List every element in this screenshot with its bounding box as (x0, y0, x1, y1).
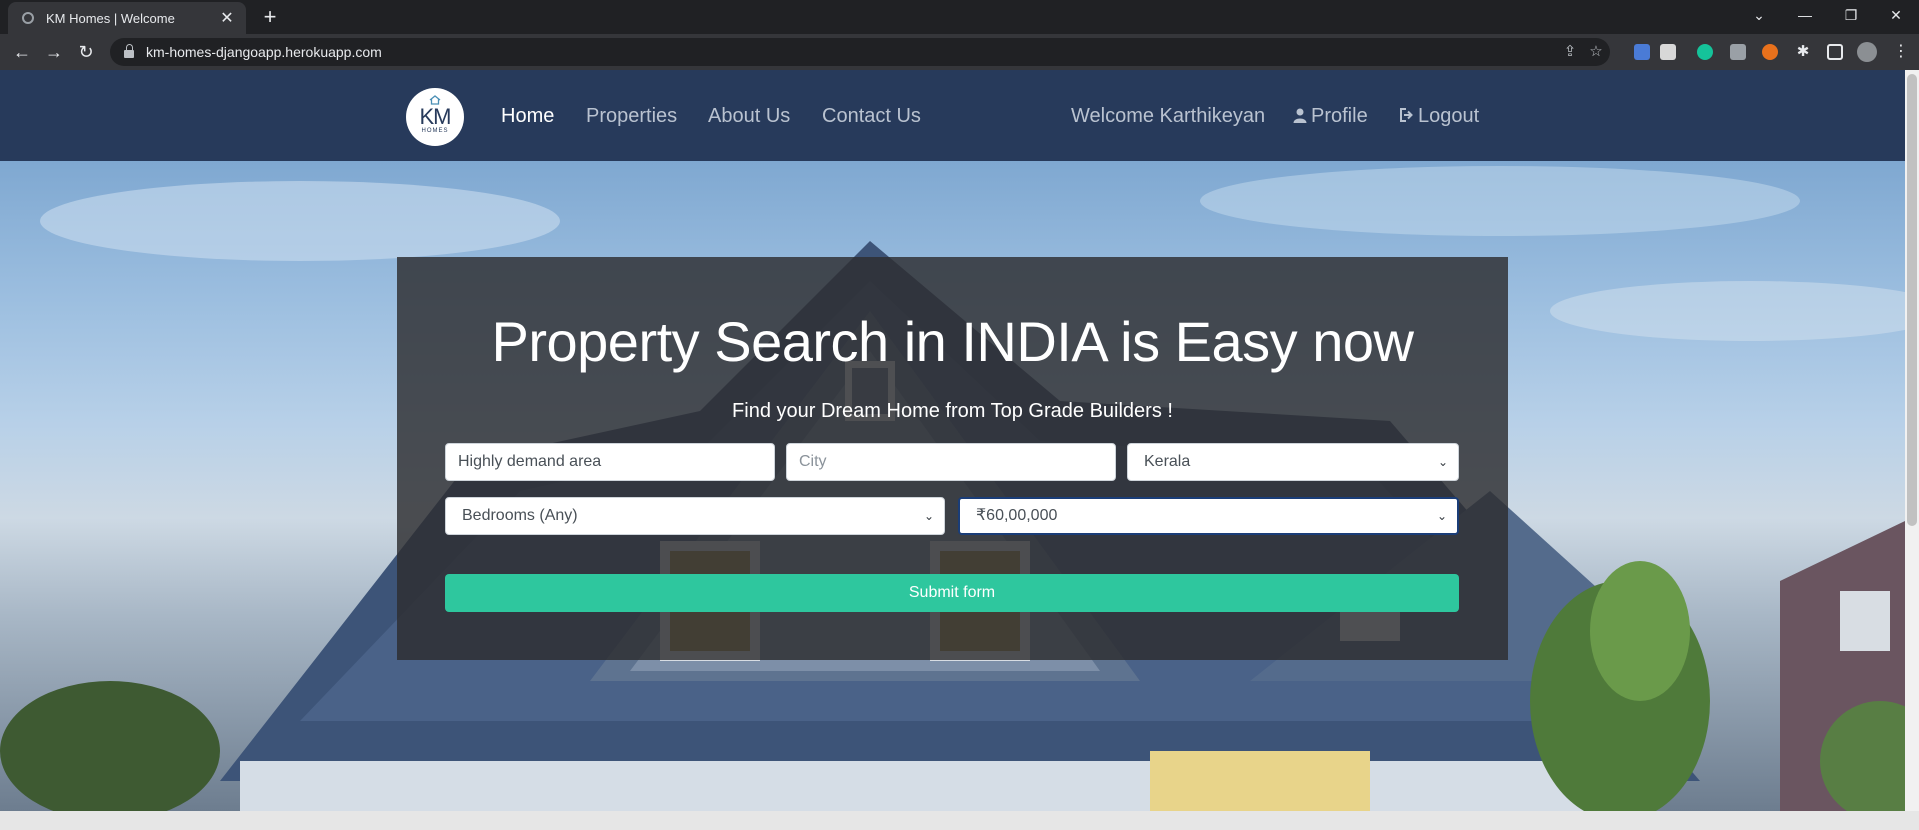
page-bottom-strip (0, 811, 1919, 830)
lock-icon[interactable] (124, 44, 134, 58)
bedrooms-select[interactable]: Bedrooms (Any) ⌄ (445, 497, 945, 535)
rss-extension-icon[interactable] (1762, 44, 1778, 60)
chevron-down-icon: ⌄ (1437, 455, 1448, 469)
nav-properties-link[interactable]: Properties (586, 105, 677, 128)
nav-about-link[interactable]: About Us (708, 105, 790, 128)
sign-out-icon (1400, 108, 1413, 122)
price-select[interactable]: ₹60,00,000 ⌄ (958, 497, 1459, 535)
tab-title: KM Homes | Welcome (46, 10, 175, 26)
menu-icon[interactable]: ⋮ (1893, 44, 1909, 60)
submit-button[interactable]: Submit form (445, 574, 1459, 612)
profile-avatar[interactable] (1857, 42, 1877, 62)
browser-tab[interactable]: KM Homes | Welcome ✕ (8, 2, 246, 34)
nav-home-link[interactable]: Home (501, 105, 554, 128)
page-scrollbar[interactable] (1905, 70, 1919, 811)
extensions-icon[interactable]: ✱ (1795, 44, 1811, 60)
favicon-icon (22, 12, 34, 24)
keywords-input[interactable]: Highly demand area (445, 443, 775, 481)
km-homes-logo[interactable]: KM HOMES (406, 88, 464, 146)
browser-tab-strip: KM Homes | Welcome ✕ + ⌄ — ❐ ✕ (0, 0, 1919, 34)
hero-title: Property Search in INDIA is Easy now (491, 310, 1414, 373)
side-panel-icon[interactable] (1827, 44, 1843, 60)
forward-icon[interactable]: → (40, 38, 68, 66)
nav-profile-link[interactable]: Profile (1292, 105, 1368, 128)
state-selected-value: Kerala (1144, 453, 1191, 470)
state-select[interactable]: Kerala ⌄ (1127, 443, 1459, 481)
camera-extension-icon[interactable] (1730, 44, 1746, 60)
share-icon[interactable]: ⇪ (1562, 44, 1578, 60)
star-icon[interactable]: ☆ (1588, 44, 1604, 60)
grammarly-extension-icon[interactable] (1697, 44, 1713, 60)
site-navbar: KM HOMES Home Properties About Us Contac… (0, 70, 1905, 161)
reload-icon[interactable]: ↻ (72, 38, 100, 66)
hero-lead: Find your Dream Home from Top Grade Buil… (732, 400, 1173, 422)
new-tab-button[interactable]: + (256, 4, 284, 32)
price-selected-value: ₹60,00,000 (976, 507, 1058, 524)
extension-icon[interactable] (1660, 44, 1676, 60)
tab-close-icon[interactable]: ✕ (218, 8, 236, 28)
minimize-button[interactable]: — (1782, 0, 1828, 30)
user-icon (1293, 108, 1307, 123)
url-text[interactable]: km-homes-djangoapp.herokuapp.com (146, 44, 382, 60)
logout-label: Logout (1418, 105, 1480, 127)
logo-subtext: HOMES (421, 128, 449, 134)
city-input[interactable]: City (786, 443, 1116, 481)
logo-text: KM (419, 104, 452, 129)
welcome-text: Welcome Karthikeyan (1071, 105, 1266, 127)
translate-extension-icon[interactable] (1634, 44, 1650, 60)
browser-toolbar: ← → ↻ km-homes-djangoapp.herokuapp.com ⇪… (0, 34, 1919, 70)
chevron-down-icon: ⌄ (923, 509, 934, 523)
nav-contact-link[interactable]: Contact Us (822, 105, 921, 128)
back-icon[interactable]: ← (8, 38, 36, 66)
address-bar[interactable]: km-homes-djangoapp.herokuapp.com ⇪ ☆ (110, 38, 1610, 66)
tab-search-icon[interactable]: ⌄ (1736, 0, 1782, 30)
nav-logout-link[interactable]: Logout (1399, 105, 1479, 128)
hero-section: Property Search in INDIA is Easy now Fin… (0, 161, 1905, 811)
search-panel: Property Search in INDIA is Easy now Fin… (397, 257, 1508, 660)
close-window-button[interactable]: ✕ (1873, 0, 1919, 30)
restore-button[interactable]: ❐ (1828, 0, 1874, 30)
profile-label: Profile (1311, 105, 1368, 127)
bedrooms-selected-value: Bedrooms (Any) (462, 507, 578, 524)
scrollbar-thumb[interactable] (1907, 74, 1917, 526)
chevron-down-icon: ⌄ (1436, 509, 1447, 523)
